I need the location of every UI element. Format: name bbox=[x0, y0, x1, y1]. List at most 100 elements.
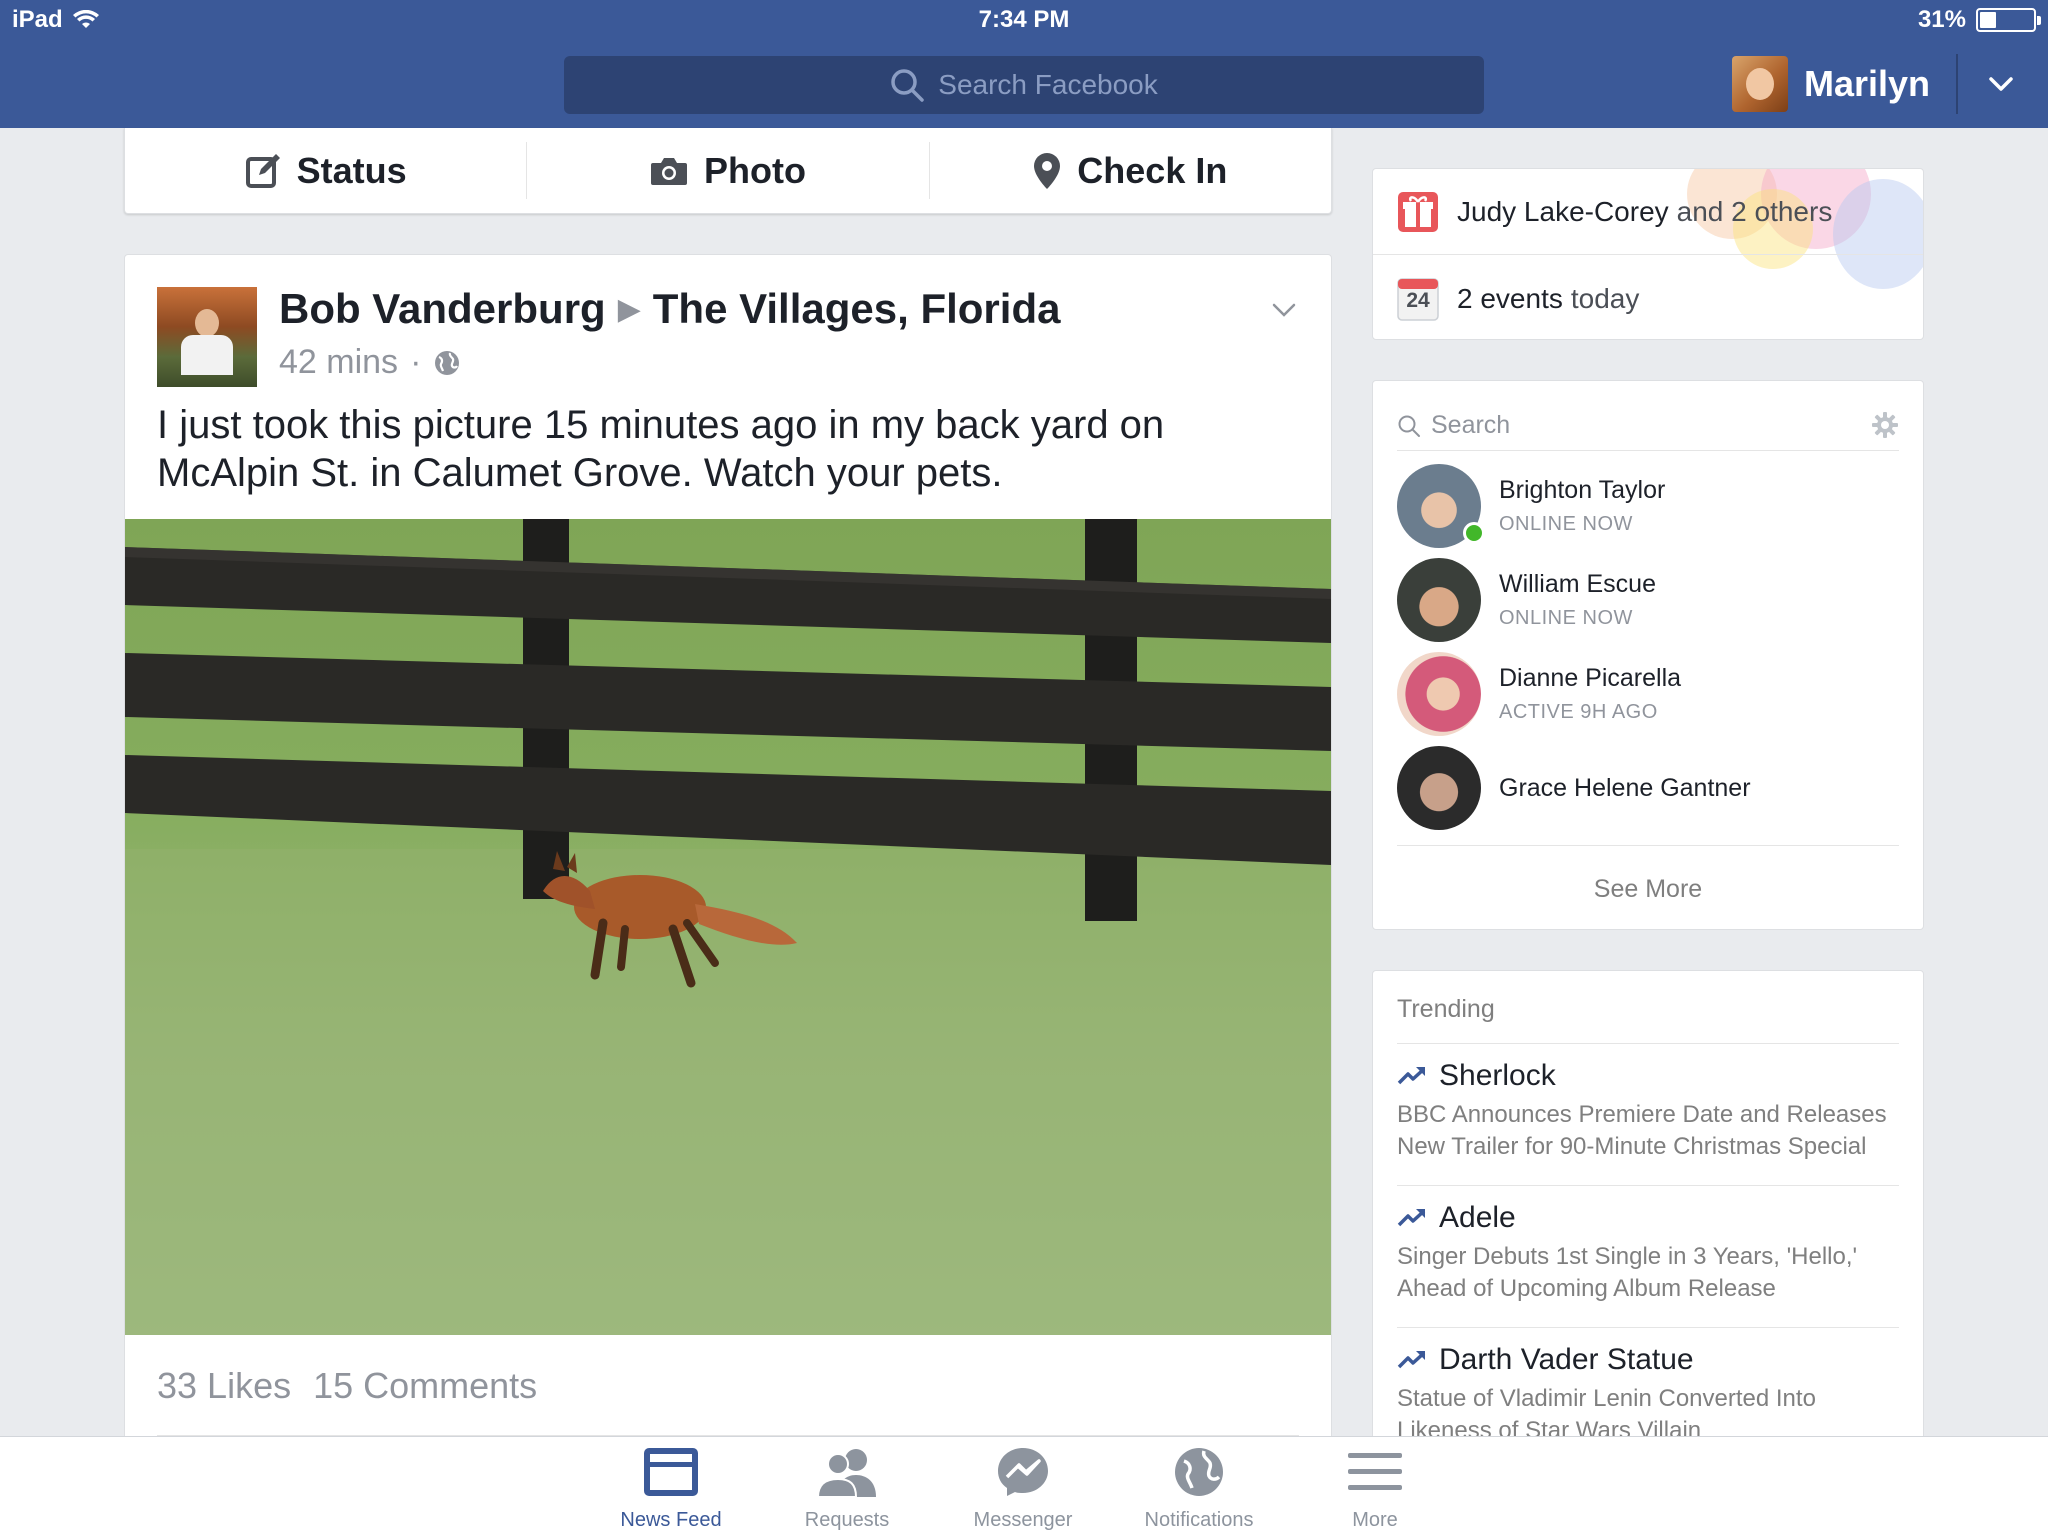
events-count: 2 events bbox=[1457, 283, 1563, 314]
friend-status: ONLINE NOW bbox=[1499, 513, 1633, 535]
chat-search-input[interactable]: Search bbox=[1397, 401, 1899, 451]
tab-messenger[interactable]: Messenger bbox=[948, 1447, 1098, 1532]
balloon-decoration bbox=[1833, 179, 1923, 289]
chevron-down-icon[interactable] bbox=[1984, 67, 2018, 101]
fox-photo-image bbox=[125, 519, 1331, 1335]
trending-item[interactable]: Sherlock BBC Announces Premiere Date and… bbox=[1397, 1059, 1907, 1163]
post-author-avatar[interactable] bbox=[157, 287, 257, 387]
friend-name: Dianne Picarella bbox=[1499, 664, 1682, 692]
post-author-name[interactable]: Bob Vanderburg bbox=[279, 285, 606, 333]
calendar-day: 24 bbox=[1406, 289, 1430, 312]
top-navigation-bar: iPad 7:34 PM 31% Search Facebook Marilyn bbox=[0, 0, 2048, 128]
gear-icon[interactable] bbox=[1871, 411, 1899, 439]
chat-friend-row[interactable]: Dianne Picarella ACTIVE 9H AGO bbox=[1397, 651, 1897, 737]
tab-requests[interactable]: Requests bbox=[772, 1447, 922, 1532]
trending-arrow-icon bbox=[1397, 1351, 1426, 1369]
chat-divider bbox=[1397, 845, 1899, 846]
status-label: Status bbox=[296, 149, 407, 191]
post-stats: 33 Likes 15 Comments bbox=[157, 1365, 537, 1407]
trending-description: BBC Announces Premiere Date and Releases… bbox=[1397, 1101, 1887, 1160]
chat-friend-row[interactable]: Brighton Taylor ONLINE NOW bbox=[1397, 463, 1897, 549]
requests-icon bbox=[816, 1449, 876, 1497]
trending-arrow-icon bbox=[1397, 1209, 1426, 1227]
friend-name: William Escue bbox=[1499, 570, 1656, 598]
friend-avatar bbox=[1397, 558, 1481, 642]
chat-sidebar-card: Search Brighton Taylor ONLINE NOW Willia… bbox=[1372, 380, 1924, 930]
photo-label: Photo bbox=[704, 149, 806, 191]
battery-level bbox=[1980, 12, 1997, 28]
birthday-reminder[interactable]: Judy Lake-Corey and 2 others bbox=[1397, 191, 1832, 233]
trending-item[interactable]: Adele Singer Debuts 1st Single in 3 Year… bbox=[1397, 1201, 1907, 1305]
edit-icon bbox=[245, 153, 280, 188]
post-location[interactable]: The Villages, Florida bbox=[653, 285, 1061, 333]
search-icon bbox=[1398, 415, 1420, 437]
trending-topic: Adele bbox=[1439, 1201, 1516, 1234]
bottom-tab-bar: News Feed Requests Messenger Notificatio… bbox=[0, 1436, 2048, 1536]
reminders-divider bbox=[1373, 254, 1923, 255]
tab-news-feed[interactable]: News Feed bbox=[596, 1447, 746, 1532]
photo-button[interactable]: Photo bbox=[527, 142, 930, 199]
chat-friend-row[interactable]: Grace Helene Gantner bbox=[1397, 745, 1897, 831]
check-in-button[interactable]: Check In bbox=[930, 142, 1331, 199]
user-name[interactable]: Marilyn bbox=[1804, 63, 1930, 105]
trending-arrow-icon bbox=[1397, 1067, 1426, 1085]
post-header: Bob Vanderburg ▶ The Villages, Florida bbox=[279, 285, 1060, 333]
post-photo[interactable] bbox=[125, 519, 1331, 1335]
search-placeholder: Search Facebook bbox=[938, 69, 1158, 100]
post-meta-separator: · bbox=[410, 343, 422, 381]
tab-more[interactable]: More bbox=[1300, 1447, 1450, 1532]
tab-label: Requests bbox=[804, 1509, 890, 1531]
gift-icon bbox=[1398, 192, 1438, 232]
comments-count[interactable]: 15 Comments bbox=[313, 1365, 537, 1407]
friend-avatar bbox=[1397, 464, 1485, 548]
status-bar-time: 7:34 PM bbox=[978, 6, 1070, 33]
camera-icon bbox=[651, 157, 687, 185]
status-button[interactable]: Status bbox=[125, 142, 528, 199]
friend-status: ONLINE NOW bbox=[1499, 607, 1633, 629]
post-meta: 42 mins · bbox=[279, 343, 461, 382]
location-pin-icon bbox=[1034, 152, 1061, 189]
birthday-others: and 2 others bbox=[1676, 196, 1833, 227]
post-composer: Status Photo Check In bbox=[124, 128, 1332, 214]
trending-card: Trending Sherlock BBC Announces Premiere… bbox=[1372, 970, 1924, 1440]
tab-label: Notifications bbox=[1144, 1509, 1254, 1531]
globe-icon bbox=[435, 350, 460, 375]
user-menu-divider bbox=[1956, 54, 1958, 114]
messenger-icon bbox=[998, 1448, 1048, 1496]
news-feed-icon bbox=[644, 1448, 698, 1496]
search-facebook-input[interactable]: Search Facebook bbox=[564, 56, 1484, 114]
trending-description: Singer Debuts 1st Single in 3 Years, 'He… bbox=[1397, 1243, 1858, 1302]
trending-topic: Sherlock bbox=[1439, 1059, 1556, 1092]
friend-name: Brighton Taylor bbox=[1499, 476, 1666, 504]
tab-label: News Feed bbox=[620, 1509, 722, 1531]
trending-divider bbox=[1397, 1185, 1899, 1186]
tab-label: Messenger bbox=[973, 1509, 1073, 1531]
reminders-card: Judy Lake-Corey and 2 others 24 2 events… bbox=[1372, 168, 1924, 340]
birthday-name: Judy Lake-Corey bbox=[1457, 196, 1669, 227]
post-options-chevron-icon[interactable] bbox=[1269, 295, 1299, 325]
post-text: I just took this picture 15 minutes ago … bbox=[157, 403, 1165, 495]
user-menu[interactable]: Marilyn bbox=[1731, 52, 2048, 116]
trending-description: Statue of Vladimir Lenin Converted Into … bbox=[1397, 1385, 1816, 1440]
battery-icon bbox=[1976, 8, 2041, 32]
events-reminder[interactable]: 24 2 events today bbox=[1397, 277, 1639, 321]
friend-avatar bbox=[1397, 652, 1481, 736]
trending-divider bbox=[1397, 1327, 1899, 1328]
events-today: today bbox=[1570, 283, 1640, 314]
trending-title: Trending bbox=[1397, 995, 1495, 1023]
see-more-link[interactable]: See More bbox=[1373, 875, 1923, 904]
likes-count[interactable]: 33 Likes bbox=[157, 1365, 291, 1407]
tab-label: More bbox=[1352, 1509, 1398, 1531]
trending-divider bbox=[1397, 1043, 1899, 1044]
chat-friend-row[interactable]: William Escue ONLINE NOW bbox=[1397, 557, 1897, 643]
arrow-right-icon: ▶ bbox=[617, 292, 641, 326]
chat-search-placeholder: Search bbox=[1431, 411, 1511, 439]
friend-avatar bbox=[1397, 746, 1481, 830]
user-avatar[interactable] bbox=[1731, 56, 1788, 112]
search-icon bbox=[891, 69, 925, 102]
post-time[interactable]: 42 mins bbox=[279, 343, 398, 382]
battery-percent: 31% bbox=[1917, 6, 1966, 33]
trending-item[interactable]: Darth Vader Statue Statue of Vladimir Le… bbox=[1397, 1343, 1907, 1440]
tab-notifications[interactable]: Notifications bbox=[1124, 1447, 1274, 1532]
menu-icon bbox=[1348, 1453, 1402, 1490]
